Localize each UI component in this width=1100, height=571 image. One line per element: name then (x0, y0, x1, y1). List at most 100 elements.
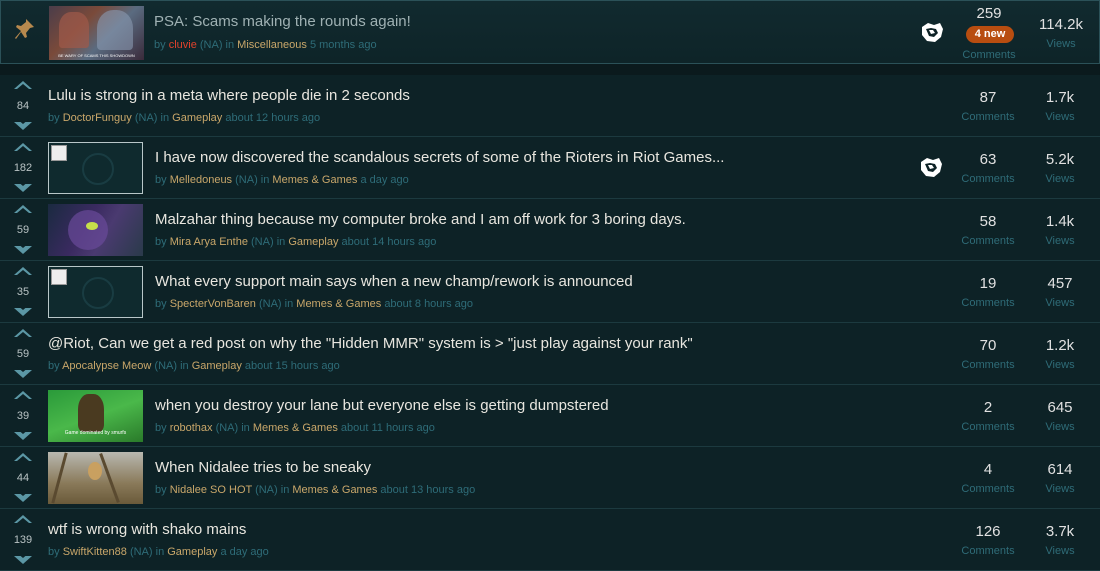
post-meta: by Mira Arya Enthe (NA) in Gameplay abou… (155, 236, 437, 248)
views-label: Views (1045, 483, 1075, 495)
category-link[interactable]: Gameplay (172, 112, 222, 124)
post-title[interactable]: PSA: Scams making the rounds again! (154, 13, 411, 30)
post-title[interactable]: When Nidalee tries to be sneaky (155, 459, 371, 476)
post-time: a day ago (220, 546, 269, 558)
upvote-arrow-icon[interactable] (14, 515, 32, 523)
views-label: Views (1045, 545, 1075, 557)
downvote-arrow-icon[interactable] (14, 367, 32, 378)
views-label: Views (1045, 297, 1075, 309)
author-link[interactable]: DoctorFunguy (63, 112, 132, 124)
post-meta: by DoctorFunguy (NA) in Gameplay about 1… (48, 112, 321, 124)
view-count: 3.7k (1045, 523, 1075, 540)
author-link[interactable]: Apocalypse Meow (62, 360, 151, 372)
region: (NA) (134, 112, 158, 124)
vote-control: 59 (10, 323, 36, 384)
category-link[interactable]: Gameplay (288, 236, 338, 248)
post-row[interactable]: 39 Game dominated by smurfs when you des… (0, 385, 1100, 447)
downvote-arrow-icon[interactable] (14, 491, 32, 502)
region: (NA) (215, 422, 239, 434)
post-row[interactable]: 84 Lulu is strong in a meta where people… (0, 75, 1100, 137)
discussion-list: BE WARY OF SCAMS THIS SHOWDOWN PSA: Scam… (0, 0, 1100, 571)
comment-count: 70 (979, 337, 997, 354)
downvote-arrow-icon[interactable] (14, 243, 32, 254)
thumbnail-caption: Game dominated by smurfs (64, 430, 127, 436)
category-link[interactable]: Memes & Games (253, 422, 338, 434)
post-row[interactable]: 35 What every support main says when a n… (0, 261, 1100, 323)
vote-control: 139 (10, 509, 36, 570)
pinned-post-row[interactable]: BE WARY OF SCAMS THIS SHOWDOWN PSA: Scam… (0, 0, 1100, 64)
comments-label: Comments (961, 545, 1015, 557)
comments-label: Comments (961, 483, 1015, 495)
post-thumbnail[interactable] (48, 142, 143, 194)
post-time: about 8 hours ago (384, 298, 473, 310)
post-thumbnail[interactable] (48, 452, 143, 504)
downvote-arrow-icon[interactable] (14, 429, 32, 440)
author-link[interactable]: Mira Arya Enthe (170, 236, 248, 248)
author-link[interactable]: Nidalee SO HOT (170, 484, 252, 496)
author-link[interactable]: Melledoneus (170, 174, 232, 186)
upvote-arrow-icon[interactable] (14, 143, 32, 151)
upvote-arrow-icon[interactable] (14, 267, 32, 275)
downvote-arrow-icon[interactable] (14, 553, 32, 564)
post-thumbnail[interactable]: Game dominated by smurfs (48, 390, 143, 442)
riot-fist-icon (922, 23, 943, 42)
post-time: about 14 hours ago (341, 236, 437, 248)
upvote-arrow-icon[interactable] (14, 205, 32, 213)
author-link[interactable]: robothax (170, 422, 213, 434)
post-time: about 13 hours ago (380, 484, 476, 496)
views-label: Views (1045, 173, 1075, 185)
comments-label: Comments (962, 49, 1016, 61)
view-count: 5.2k (1045, 151, 1075, 168)
upvote-arrow-icon[interactable] (14, 329, 32, 337)
downvote-arrow-icon[interactable] (14, 119, 32, 130)
post-thumbnail[interactable] (48, 204, 143, 256)
downvote-arrow-icon[interactable] (14, 305, 32, 316)
comment-count: 4 (983, 461, 993, 478)
upvote-arrow-icon[interactable] (14, 391, 32, 399)
upvote-arrow-icon[interactable] (14, 453, 32, 461)
post-thumbnail[interactable] (48, 266, 143, 318)
vote-control: 59 (10, 199, 36, 260)
view-count: 614 (1047, 461, 1073, 478)
post-row[interactable]: 182 I have now discovered the scandalous… (0, 137, 1100, 199)
vote-score: 59 (16, 223, 30, 236)
post-title[interactable]: What every support main says when a new … (155, 273, 633, 290)
view-count: 114.2k (1039, 16, 1083, 33)
category-link[interactable]: Memes & Games (272, 174, 357, 186)
vote-score: 139 (13, 533, 33, 546)
category-link[interactable]: Memes & Games (292, 484, 377, 496)
comments-label: Comments (961, 111, 1015, 123)
author-link[interactable]: cluvie (169, 39, 197, 51)
post-title[interactable]: wtf is wrong with shako mains (48, 521, 246, 538)
category-link[interactable]: Gameplay (167, 546, 217, 558)
post-title[interactable]: @Riot, Can we get a red post on why the … (48, 335, 693, 352)
post-title[interactable]: when you destroy your lane but everyone … (155, 397, 609, 414)
thumbnail-caption: BE WARY OF SCAMS THIS SHOWDOWN (58, 53, 135, 58)
view-count: 1.2k (1045, 337, 1075, 354)
upvote-arrow-icon[interactable] (14, 81, 32, 89)
author-link[interactable]: SwiftKitten88 (63, 546, 127, 558)
region: (NA) (255, 484, 278, 496)
post-time: about 11 hours ago (340, 422, 435, 434)
post-meta: by cluvie (NA) in Miscellaneous 5 months… (154, 39, 377, 51)
author-link[interactable]: SpecterVonBaren (170, 298, 256, 310)
post-title[interactable]: I have now discovered the scandalous sec… (155, 149, 724, 166)
post-title[interactable]: Malzahar thing because my computer broke… (155, 211, 686, 228)
pinned-thumbnail[interactable]: BE WARY OF SCAMS THIS SHOWDOWN (49, 6, 144, 60)
post-title[interactable]: Lulu is strong in a meta where people di… (48, 87, 410, 104)
new-comments-badge[interactable]: 4 new (966, 26, 1014, 43)
downvote-arrow-icon[interactable] (14, 181, 32, 192)
post-row[interactable]: 59 Malzahar thing because my computer br… (0, 199, 1100, 261)
views-label: Views (1045, 235, 1075, 247)
category-link[interactable]: Memes & Games (296, 298, 381, 310)
post-row[interactable]: 139 wtf is wrong with shako mains by Swi… (0, 509, 1100, 571)
post-row[interactable]: 44 When Nidalee tries to be sneaky by Ni… (0, 447, 1100, 509)
vote-score: 59 (16, 347, 30, 360)
category-link[interactable]: Gameplay (192, 360, 242, 372)
vote-score: 84 (16, 99, 30, 112)
post-row[interactable]: 59 @Riot, Can we get a red post on why t… (0, 323, 1100, 385)
vote-score: 182 (13, 161, 33, 174)
vote-score: 44 (16, 471, 30, 484)
post-meta: by Melledoneus (NA) in Memes & Games a d… (155, 174, 409, 186)
category-link[interactable]: Miscellaneous (237, 39, 307, 51)
